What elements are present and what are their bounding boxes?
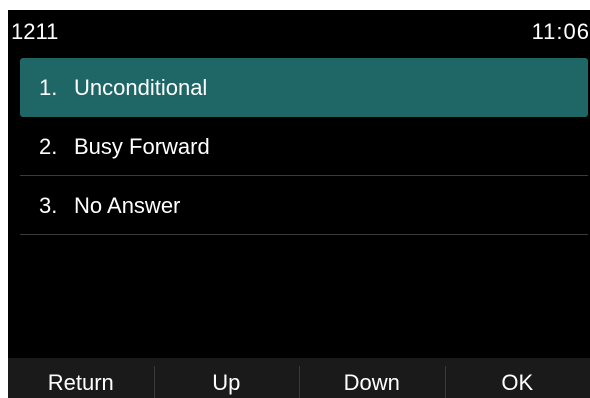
softkey-bar: Return Up Down OK — [8, 358, 590, 398]
down-softkey[interactable]: Down — [299, 358, 445, 398]
menu-item-label: Unconditional — [74, 75, 208, 100]
menu-item-label: No Answer — [74, 193, 181, 218]
menu-item-unconditional[interactable]: 1. Unconditional — [20, 58, 588, 117]
menu-item-no-answer[interactable]: 3. No Answer — [20, 176, 588, 235]
phone-screen: 1211 11:06 1. Unconditional 2. Busy Forw… — [8, 10, 590, 398]
account-label: 1211 — [11, 19, 59, 44]
up-softkey[interactable]: Up — [153, 358, 300, 398]
menu-item-number: 1. — [39, 75, 58, 100]
status-bar: 1211 11:06 — [8, 10, 590, 52]
return-softkey[interactable]: Return — [8, 358, 154, 398]
menu-item-label: Busy Forward — [74, 134, 210, 159]
menu-item-number: 3. — [39, 193, 58, 218]
menu-item-number: 2. — [39, 134, 58, 159]
forward-type-menu: 1. Unconditional 2. Busy Forward 3. No A… — [20, 58, 588, 235]
menu-item-busy-forward[interactable]: 2. Busy Forward — [20, 117, 588, 176]
ok-softkey[interactable]: OK — [444, 358, 590, 398]
clock: 11:06 — [531, 19, 590, 44]
